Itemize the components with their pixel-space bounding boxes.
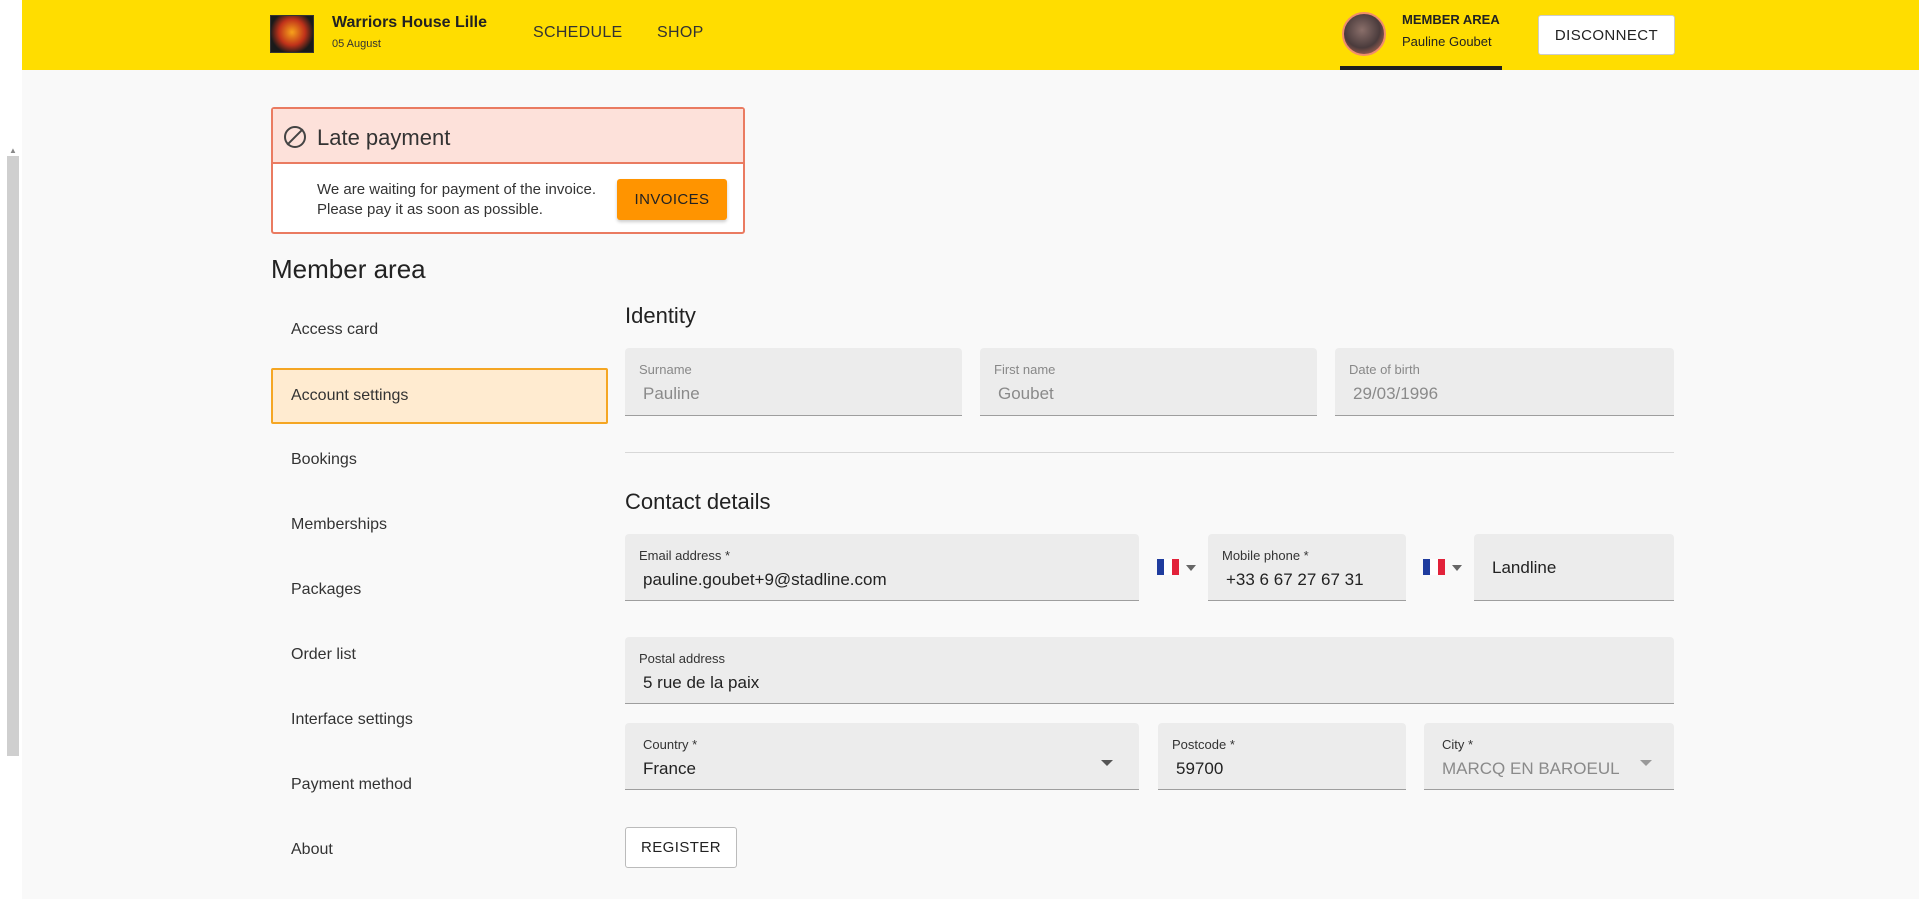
identity-title: Identity	[625, 303, 696, 328]
nav-shop-link[interactable]: SHOP	[657, 24, 704, 42]
no-entry-icon	[284, 126, 306, 148]
email-label: Email address *	[639, 548, 731, 563]
city-select[interactable]: City * MARCQ EN BAROEUL	[1424, 723, 1674, 790]
email-field[interactable]: Email address * pauline.goubet+9@stadlin…	[625, 534, 1139, 601]
alert-message-line2: Please pay it as soon as possible.	[317, 201, 543, 218]
page: Warriors House Lille 05 August SCHEDULE …	[22, 0, 1919, 899]
chevron-down-icon	[1186, 565, 1196, 571]
first-name-value: Goubet	[998, 384, 1054, 403]
surname-field: Surname Pauline	[625, 348, 962, 416]
sidebar-item-order-list[interactable]: Order list	[271, 627, 608, 683]
disconnect-button[interactable]: DISCONNECT	[1538, 15, 1675, 55]
mobile-phone-value[interactable]: +33 6 67 27 67 31	[1226, 570, 1364, 590]
invoices-button[interactable]: INVOICES	[617, 179, 727, 220]
chevron-down-icon	[1640, 760, 1652, 766]
register-button[interactable]: REGISTER	[625, 827, 737, 868]
scroll-up-arrow-icon[interactable]: ▲	[7, 146, 19, 156]
date-of-birth-field: Date of birth 29/03/1996	[1335, 348, 1674, 416]
city-value: MARCQ EN BAROEUL	[1442, 759, 1620, 778]
country-label: Country *	[643, 737, 698, 752]
sidebar-item-interface-settings[interactable]: Interface settings	[271, 692, 608, 748]
page-title: Member area	[271, 254, 426, 284]
surname-value: Pauline	[643, 384, 700, 403]
member-area-tab[interactable]: MEMBER AREA Pauline Goubet	[1340, 0, 1502, 70]
date-of-birth-value: 29/03/1996	[1353, 384, 1439, 403]
alert-message: We are waiting for payment of the invoic…	[317, 180, 627, 220]
sidebar-item-payment-method[interactable]: Payment method	[271, 757, 608, 813]
landline-field[interactable]: Landline	[1474, 534, 1674, 601]
postcode-field[interactable]: Postcode * 59700	[1158, 723, 1406, 790]
france-flag-icon	[1157, 559, 1179, 575]
top-bar: Warriors House Lille 05 August SCHEDULE …	[22, 0, 1919, 70]
city-label: City *	[1442, 737, 1474, 752]
postal-address-field[interactable]: Postal address 5 rue de la paix	[625, 637, 1674, 704]
contact-details-title: Contact details	[625, 489, 771, 514]
france-flag-icon	[1423, 559, 1445, 575]
alert-title: Late payment	[317, 125, 451, 150]
member-area-label: MEMBER AREA	[1402, 12, 1500, 27]
chevron-down-icon	[1452, 565, 1462, 571]
sidebar-item-account-settings[interactable]: Account settings	[271, 368, 608, 424]
sidebar-item-about[interactable]: About	[271, 822, 608, 878]
scrollbar-thumb[interactable]	[7, 156, 19, 756]
club-name: Warriors House Lille	[332, 14, 487, 31]
avatar	[1342, 12, 1386, 56]
landline-placeholder[interactable]: Landline	[1492, 558, 1556, 578]
postcode-value[interactable]: 59700	[1176, 759, 1223, 779]
late-payment-alert: Late payment We are waiting for payment …	[271, 107, 745, 234]
member-name: Pauline Goubet	[1402, 34, 1492, 49]
club-logo[interactable]	[270, 15, 314, 53]
date-of-birth-label: Date of birth	[1349, 362, 1420, 377]
nav-schedule-link[interactable]: SCHEDULE	[533, 24, 623, 42]
postcode-label: Postcode *	[1172, 737, 1235, 752]
postal-address-label: Postal address	[639, 651, 725, 666]
sidebar-item-memberships[interactable]: Memberships	[271, 497, 608, 553]
country-value: France	[643, 759, 696, 778]
alert-message-line1: We are waiting for payment of the invoic…	[317, 181, 597, 198]
mobile-phone-label: Mobile phone *	[1222, 548, 1309, 563]
chevron-down-icon	[1101, 760, 1113, 766]
postal-address-value[interactable]: 5 rue de la paix	[643, 673, 759, 693]
email-value[interactable]: pauline.goubet+9@stadline.com	[643, 570, 887, 590]
mobile-phone-field[interactable]: Mobile phone * +33 6 67 27 67 31	[1208, 534, 1406, 601]
section-divider	[625, 452, 1674, 453]
country-select[interactable]: Country * France	[625, 723, 1139, 790]
alert-header: Late payment	[273, 109, 743, 164]
current-date: 05 August	[332, 38, 381, 50]
sidebar-item-access-card[interactable]: Access card	[271, 302, 608, 358]
page-scrollbar[interactable]: ▲	[0, 0, 22, 899]
first-name-label: First name	[994, 362, 1056, 377]
sidebar-item-bookings[interactable]: Bookings	[271, 432, 608, 488]
sidebar-item-packages[interactable]: Packages	[271, 562, 608, 618]
surname-label: Surname	[639, 362, 692, 377]
first-name-field: First name Goubet	[980, 348, 1317, 416]
